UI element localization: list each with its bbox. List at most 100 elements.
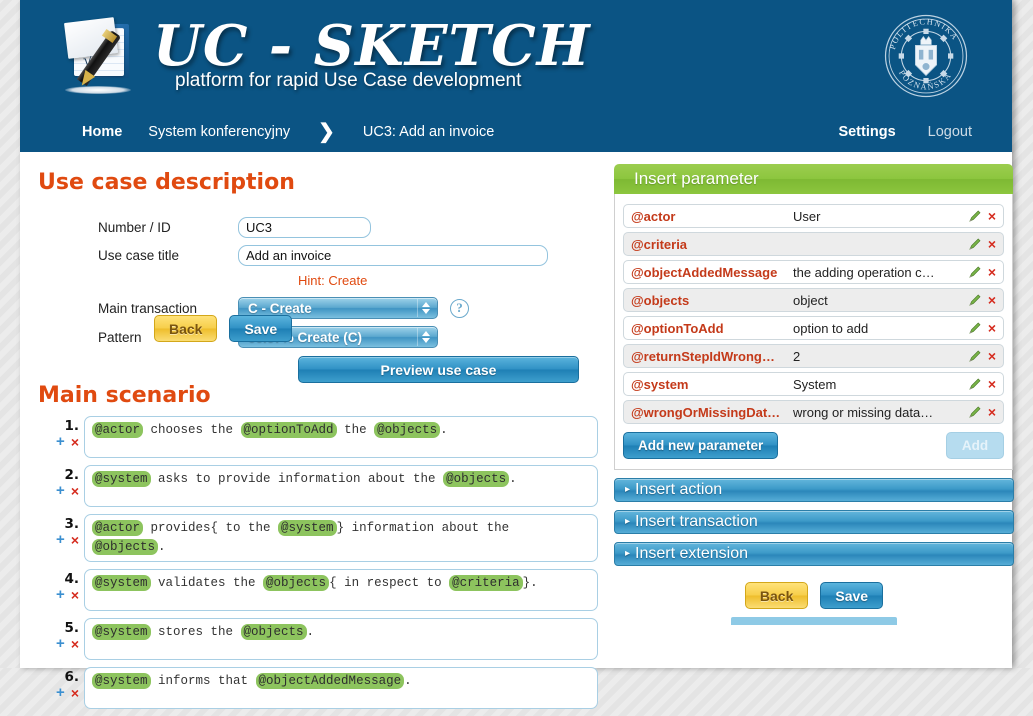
pencil-icon[interactable]: [968, 209, 982, 223]
bottom-panel-edge: [731, 617, 897, 625]
preview-use-case-button[interactable]: Preview use case: [298, 356, 579, 383]
add-step-icon[interactable]: +: [56, 685, 65, 700]
label-number-id: Number / ID: [98, 220, 171, 235]
parameter-row[interactable]: @system System ×: [623, 372, 1004, 396]
save-button-bottom[interactable]: Save: [820, 582, 884, 609]
delete-parameter-icon[interactable]: ×: [988, 265, 996, 279]
delete-step-icon[interactable]: ×: [71, 588, 79, 602]
delete-step-icon[interactable]: ×: [71, 637, 79, 651]
delete-parameter-icon[interactable]: ×: [988, 293, 996, 307]
delete-parameter-icon[interactable]: ×: [988, 237, 996, 251]
parameter-row[interactable]: @criteria ×: [623, 232, 1004, 256]
accordion-label: Insert extension: [635, 545, 748, 562]
step-gutter: 5. + ×: [38, 618, 84, 651]
step-text-field[interactable]: @system informs that @objectAddedMessage…: [84, 667, 598, 709]
step-number: 4.: [64, 571, 79, 587]
delete-parameter-icon[interactable]: ×: [988, 377, 996, 391]
page-container: √ UC - SKETCH platform for rapid Use Cas…: [20, 0, 1014, 709]
add-step-icon[interactable]: +: [56, 532, 65, 547]
help-icon[interactable]: ?: [450, 298, 469, 318]
nav-account-links: Settings Logout: [838, 112, 972, 152]
add-step-icon[interactable]: +: [56, 483, 65, 498]
pencil-icon[interactable]: [968, 265, 982, 279]
form-row-use-case-title: Use case title: [38, 245, 598, 266]
parameter-tag: @objects: [263, 575, 330, 591]
caret-right-icon: ▸: [625, 484, 631, 495]
parameter-row[interactable]: @actor User ×: [623, 204, 1004, 228]
delete-parameter-icon[interactable]: ×: [988, 349, 996, 363]
notepad-pen-icon: √: [55, 14, 147, 104]
step-number: 5.: [64, 620, 79, 636]
parameter-row[interactable]: @objects object ×: [623, 288, 1004, 312]
step-gutter: 1. + ×: [38, 416, 84, 449]
add-step-icon[interactable]: +: [56, 587, 65, 602]
parameter-row-actions: ×: [968, 321, 996, 335]
pencil-icon[interactable]: [968, 321, 982, 335]
use-case-title-input[interactable]: [238, 245, 548, 266]
step-number: 1.: [64, 418, 79, 434]
accordion-insert-transaction[interactable]: ▸ Insert transaction: [614, 510, 1014, 534]
stepper-arrows-icon: [417, 299, 433, 317]
parameter-row[interactable]: @wrongOrMissingDat… wrong or missing data…: [623, 400, 1004, 424]
brand-logo[interactable]: √ UC - SKETCH platform for rapid Use Cas…: [55, 14, 591, 104]
parameter-tag: @objects: [240, 624, 307, 640]
delete-step-icon[interactable]: ×: [71, 435, 79, 449]
parameter-row-actions: ×: [968, 237, 996, 251]
parameter-tag: @objects: [443, 471, 510, 487]
parameter-row-actions: ×: [968, 377, 996, 391]
bottom-action-buttons: Back Save: [614, 582, 1014, 609]
accordion-insert-action[interactable]: ▸ Insert action: [614, 478, 1014, 502]
use-case-description-section: Use case description Number / ID Use cas…: [38, 170, 598, 716]
add-step-icon[interactable]: +: [56, 636, 65, 651]
number-id-input[interactable]: [238, 217, 371, 238]
delete-parameter-icon[interactable]: ×: [988, 209, 996, 223]
add-new-parameter-button[interactable]: Add new parameter: [623, 432, 779, 459]
step-text-field[interactable]: @system stores the @objects.: [84, 618, 598, 660]
step-number: 3.: [64, 516, 79, 532]
pencil-icon[interactable]: [968, 405, 982, 419]
parameter-tag: @system: [92, 624, 151, 640]
parameter-tag: @optionToAdd: [240, 422, 337, 438]
parameter-tag: @system: [92, 471, 151, 487]
accordion-insert-extension[interactable]: ▸ Insert extension: [614, 542, 1014, 566]
step-gutter: 3. + ×: [38, 514, 84, 547]
parameter-tag: @system: [92, 673, 151, 689]
step-text-field[interactable]: @actor provides{ to the @system} informa…: [84, 514, 598, 562]
step-text-field[interactable]: @system asks to provide information abou…: [84, 465, 598, 507]
delete-parameter-icon[interactable]: ×: [988, 321, 996, 335]
back-button-bottom[interactable]: Back: [744, 582, 809, 609]
parameter-row[interactable]: @returnStepIdWrong… 2 ×: [623, 344, 1004, 368]
scenario-step: 3. + × @actor provides{ to the @system} inf…: [38, 514, 598, 562]
parameter-row[interactable]: @objectAddedMessage the adding operation …: [623, 260, 1004, 284]
breadcrumb-current[interactable]: UC3: Add an invoice: [363, 124, 494, 140]
step-gutter: 2. + ×: [38, 465, 84, 498]
delete-parameter-icon[interactable]: ×: [988, 405, 996, 419]
delete-step-icon[interactable]: ×: [71, 686, 79, 700]
step-text-field[interactable]: @system validates the @objects{ in respe…: [84, 569, 598, 611]
pencil-icon[interactable]: [968, 349, 982, 363]
save-button-top[interactable]: Save: [229, 315, 293, 342]
parameter-row-actions: ×: [968, 265, 996, 279]
delete-step-icon[interactable]: ×: [71, 484, 79, 498]
nav-link-home[interactable]: Home: [82, 124, 122, 140]
accordion-label: Insert action: [635, 481, 723, 498]
nav-link-settings[interactable]: Settings: [838, 124, 895, 140]
pencil-icon[interactable]: [968, 237, 982, 251]
parameter-row[interactable]: @optionToAdd option to add ×: [623, 316, 1004, 340]
parameter-tag: @system: [278, 520, 337, 536]
brand-title: UC - SKETCH: [153, 13, 591, 79]
insert-parameter-body: @actor User × @criteria × @objectAddedMessage…: [614, 194, 1013, 470]
parameter-value: the adding operation c…: [793, 264, 935, 280]
pencil-icon[interactable]: [968, 293, 982, 307]
nav-link-logout[interactable]: Logout: [928, 124, 972, 140]
step-gutter: 4. + ×: [38, 569, 84, 602]
scenario-step: 5. + × @system stores the @objects.: [38, 618, 598, 660]
back-button-top[interactable]: Back: [154, 315, 218, 342]
breadcrumb-project[interactable]: System konferencyjny: [148, 124, 290, 140]
delete-step-icon[interactable]: ×: [71, 533, 79, 547]
pencil-icon[interactable]: [968, 377, 982, 391]
step-number: 2.: [64, 467, 79, 483]
step-text-field[interactable]: @actor chooses the @optionToAdd the @obj…: [84, 416, 598, 458]
step-actions: + ×: [38, 434, 79, 449]
add-step-icon[interactable]: +: [56, 434, 65, 449]
